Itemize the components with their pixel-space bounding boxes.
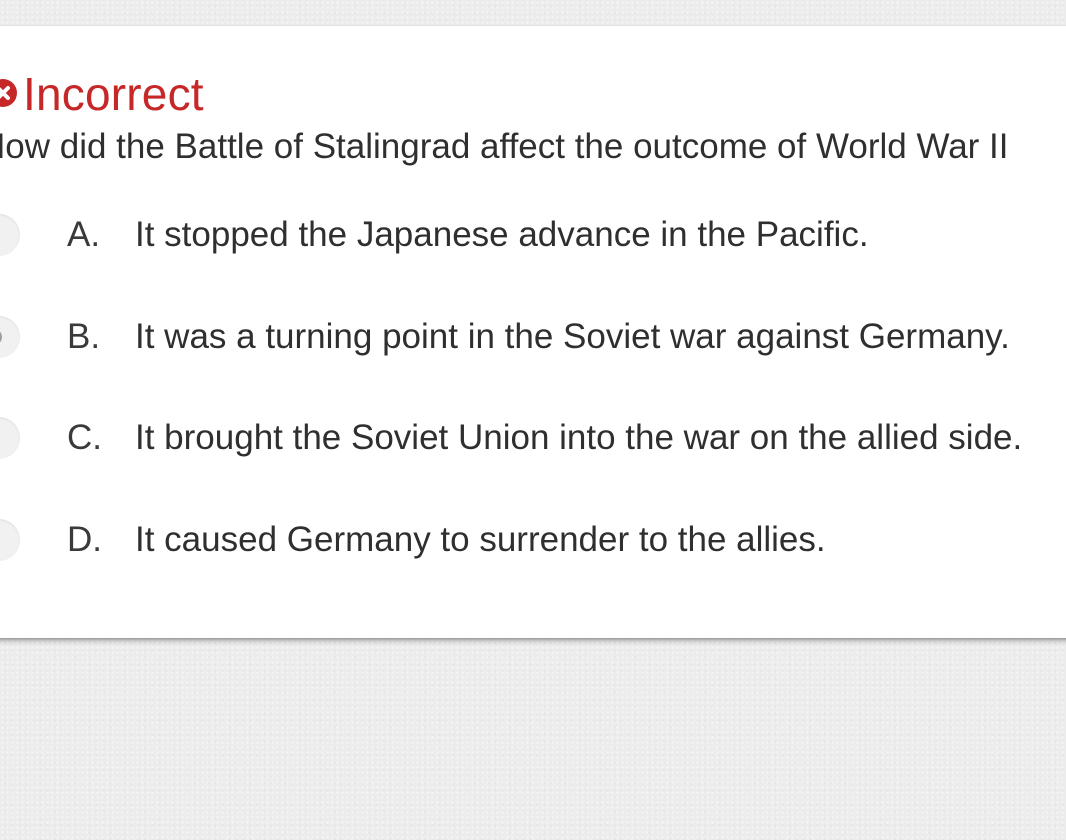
radio-button-d[interactable] [0,519,20,561]
option-text: It caused Germany to surrender to the al… [135,520,826,559]
option-text: It was a turning point in the Soviet war… [135,317,1010,356]
radio-button-c[interactable] [0,417,20,459]
answer-option-d[interactable]: D. It caused Germany to surrender to the… [0,511,1066,571]
answer-option-b[interactable]: B. It was a turning point in the Soviet … [0,308,1066,368]
option-text: It stopped the Japanese advance in the P… [135,215,869,254]
result-status-label: Incorrect [23,68,204,120]
option-letter: D. [67,520,102,559]
option-letter: C. [67,418,102,457]
radio-button-b[interactable] [0,316,20,358]
question-text: How did the Battle of Stalingrad affect … [0,127,1009,166]
quiz-result-card: Incorrect How did the Battle of Stalingr… [0,26,1066,638]
radio-selected-dot [0,329,2,345]
option-letter: A. [67,215,101,254]
radio-button-a[interactable] [0,214,20,256]
close-circle-icon [0,79,17,107]
option-letter: B. [67,317,101,356]
answer-option-a[interactable]: A. It stopped the Japanese advance in th… [0,206,1066,266]
answer-option-c[interactable]: C. It brought the Soviet Union into the … [0,409,1066,469]
option-text: It brought the Soviet Union into the war… [135,418,1023,457]
